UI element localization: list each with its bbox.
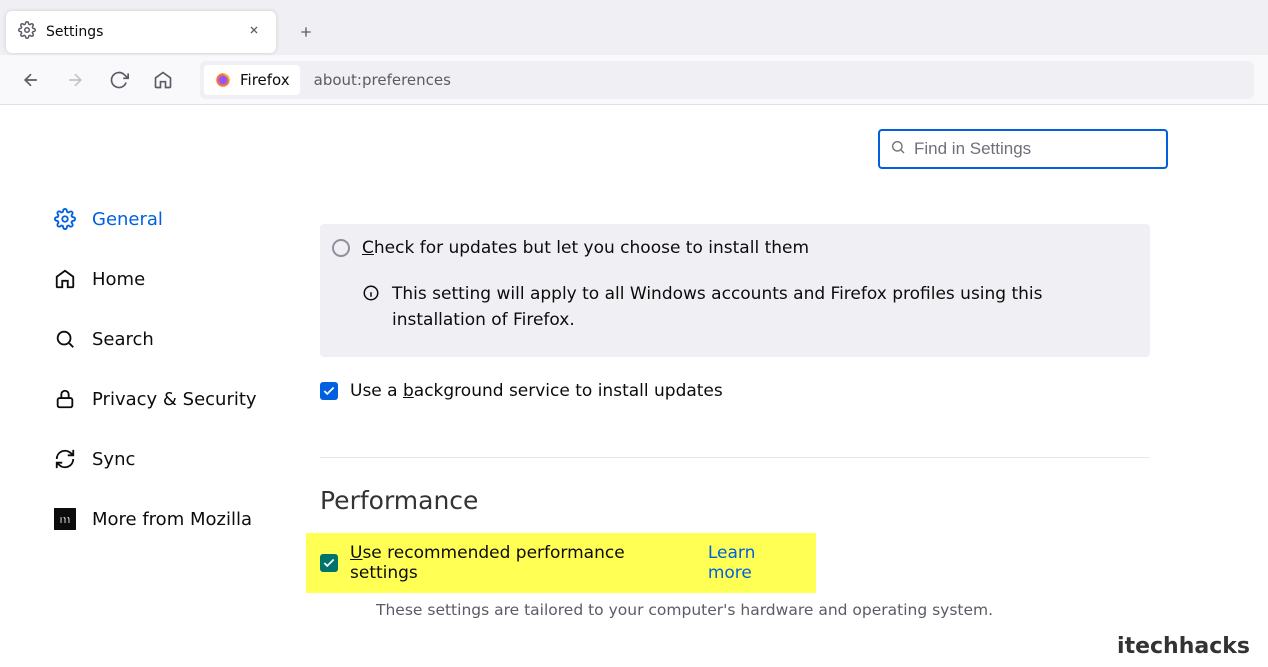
sync-icon	[54, 448, 76, 470]
updates-info-text: This setting will apply to all Windows a…	[392, 282, 1138, 333]
updates-info: This setting will apply to all Windows a…	[362, 282, 1138, 333]
settings-search[interactable]	[878, 129, 1168, 169]
sidebar-item-sync[interactable]: Sync	[50, 435, 290, 483]
sidebar-item-general[interactable]: General	[50, 195, 290, 243]
sidebar-item-label: Sync	[92, 449, 135, 470]
sidebar-item-label: Privacy & Security	[92, 389, 257, 410]
toolbar: Firefox about:preferences	[0, 55, 1268, 105]
sidebar-item-label: Home	[92, 269, 145, 290]
checkbox-icon	[320, 382, 338, 400]
forward-button[interactable]	[58, 63, 92, 97]
highlighted-row: Use recommended performance settings Lea…	[306, 533, 816, 593]
checkbox-label: Use recommended performance settings	[350, 543, 688, 583]
sidebar-item-label: More from Mozilla	[92, 509, 252, 530]
checkbox-label: Use a background service to install upda…	[350, 381, 723, 401]
sidebar-item-privacy[interactable]: Privacy & Security	[50, 375, 290, 423]
watermark: itechhacks	[1117, 634, 1250, 659]
checkbox-icon	[320, 554, 338, 572]
sidebar-item-home[interactable]: Home	[50, 255, 290, 303]
info-icon	[362, 284, 380, 307]
radio-icon	[332, 239, 350, 257]
identity-box[interactable]: Firefox	[204, 65, 300, 95]
mozilla-icon: m	[54, 508, 76, 530]
back-button[interactable]	[14, 63, 48, 97]
url-bar[interactable]: Firefox about:preferences	[200, 61, 1254, 99]
firefox-icon	[214, 71, 232, 89]
separator	[320, 457, 1150, 458]
sidebar-item-more-mozilla[interactable]: m More from Mozilla	[50, 495, 290, 543]
radio-label: Check for updates but let you choose to …	[362, 238, 809, 258]
sidebar: General Home Search Privacy & Security S	[0, 105, 300, 667]
tab-close-button[interactable]	[244, 20, 264, 44]
home-button[interactable]	[146, 63, 180, 97]
checkbox-background-service[interactable]: Use a background service to install upda…	[320, 381, 1228, 401]
tab-strip: Settings	[0, 0, 1268, 55]
url-text: about:preferences	[304, 65, 461, 95]
performance-subnote: These settings are tailored to your comp…	[376, 601, 1228, 619]
checkbox-recommended-performance[interactable]: Use recommended performance settings Lea…	[320, 543, 802, 583]
search-icon	[54, 328, 76, 350]
updates-panel: Check for updates but let you choose to …	[320, 224, 1150, 357]
search-icon	[890, 139, 906, 159]
identity-label: Firefox	[240, 71, 290, 89]
radio-check-but-choose[interactable]: Check for updates but let you choose to …	[332, 238, 1138, 258]
section-title-performance: Performance	[320, 486, 1228, 515]
gear-icon	[54, 208, 76, 230]
learn-more-link[interactable]: Learn more	[708, 543, 802, 583]
sidebar-item-label: General	[92, 209, 163, 230]
new-tab-button[interactable]	[290, 16, 322, 48]
tab-title: Settings	[46, 24, 234, 40]
home-icon	[54, 268, 76, 290]
gear-icon	[18, 21, 36, 43]
sidebar-item-search[interactable]: Search	[50, 315, 290, 363]
settings-search-input[interactable]	[914, 139, 1156, 159]
content-area: Check for updates but let you choose to …	[300, 105, 1268, 667]
reload-button[interactable]	[102, 63, 136, 97]
lock-icon	[54, 388, 76, 410]
svg-text:m: m	[59, 512, 70, 527]
tab-settings[interactable]: Settings	[6, 11, 276, 53]
sidebar-item-label: Search	[92, 329, 154, 350]
